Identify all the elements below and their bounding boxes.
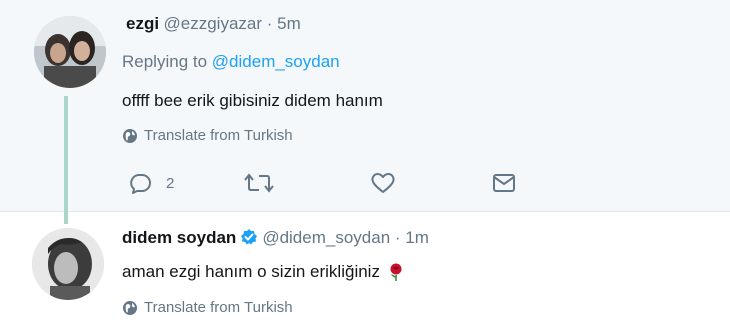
main-tweet-text-line: aman ezgi hanım o sizin erikliğiniz xyxy=(122,262,404,282)
reply-tweet-text: offff bee erik gibisiniz didem hanım xyxy=(122,91,383,110)
globe-icon xyxy=(123,128,137,143)
like-icon xyxy=(371,173,395,193)
direct-message-button[interactable] xyxy=(492,173,516,193)
timestamp[interactable]: 1m xyxy=(405,228,429,247)
replying-to-line: Replying to @didem_soydan xyxy=(122,52,340,72)
author-handle[interactable]: @ezzgiyazar xyxy=(164,14,263,33)
translate-link-2[interactable]: Translate from Turkish xyxy=(122,299,293,316)
message-icon xyxy=(493,174,515,192)
globe-icon xyxy=(123,300,137,315)
rose-emoji-icon xyxy=(388,262,404,282)
avatar-ezgi-image xyxy=(34,16,106,88)
author-name[interactable]: ezgi xyxy=(126,14,159,33)
reply-tweet-header: ezgi @ezzgiyazar · 5m xyxy=(126,14,301,34)
translate-label: Translate from Turkish xyxy=(144,127,293,144)
reply-button[interactable]: 2 xyxy=(128,172,174,194)
reply-icon xyxy=(130,174,151,194)
main-tweet-text: aman ezgi hanım o sizin erikliğiniz xyxy=(122,262,380,281)
replying-to-mention[interactable]: @didem_soydan xyxy=(212,52,340,71)
separator: · xyxy=(390,228,406,247)
timestamp[interactable]: 5m xyxy=(277,14,301,33)
author-handle[interactable]: @didem_soydan xyxy=(262,228,390,247)
tweet-actions: 2 xyxy=(126,170,526,200)
verified-badge-icon xyxy=(240,228,258,251)
retweet-icon xyxy=(244,173,274,193)
avatar-ezgi[interactable] xyxy=(34,16,106,88)
retweet-button[interactable] xyxy=(244,172,274,194)
replying-to-label: Replying to xyxy=(122,52,208,71)
like-button[interactable] xyxy=(370,172,396,194)
reply-count: 2 xyxy=(166,174,175,192)
translate-link-1[interactable]: Translate from Turkish xyxy=(122,127,293,144)
separator: · xyxy=(262,14,278,33)
avatar-didem[interactable] xyxy=(32,228,104,300)
translate-label: Translate from Turkish xyxy=(144,299,293,316)
avatar-didem-image xyxy=(32,228,104,300)
author-name[interactable]: didem soydan xyxy=(122,228,236,247)
main-tweet-header: didem soydan @didem_soydan · 1m xyxy=(122,228,429,251)
thread-connector-line xyxy=(64,96,68,224)
